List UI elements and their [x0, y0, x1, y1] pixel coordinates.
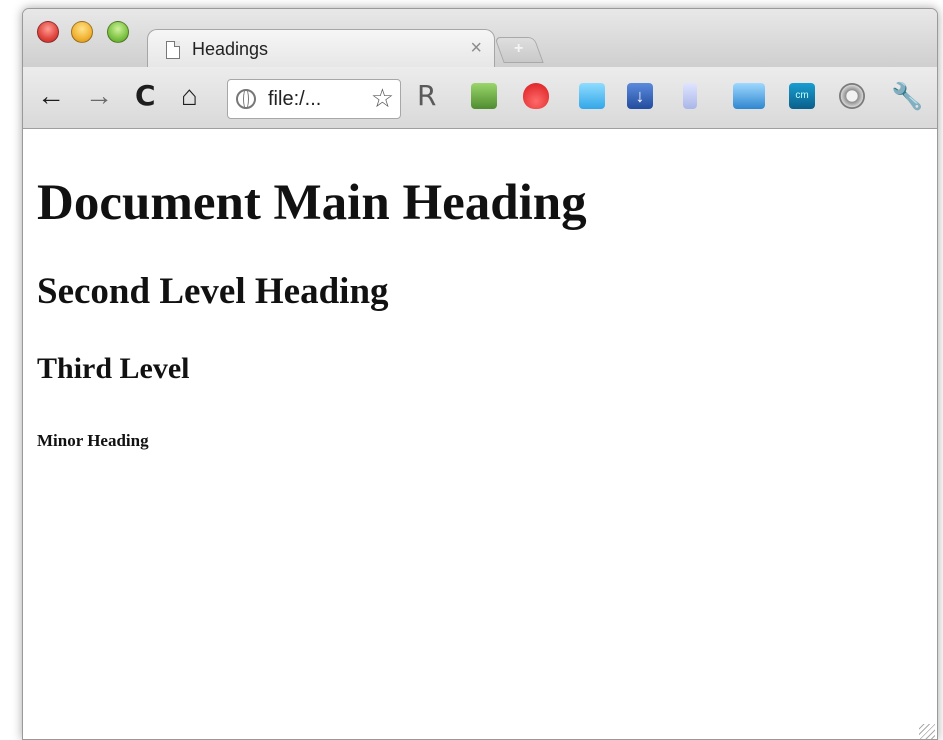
title-bar: Headings × + — [23, 9, 937, 69]
cm-icon[interactable]: cm — [789, 83, 815, 109]
plus-icon: + — [513, 40, 524, 57]
minimize-window-button[interactable] — [71, 21, 93, 43]
close-window-button[interactable] — [37, 21, 59, 43]
bookmark-star-icon[interactable]: ☆ — [371, 83, 394, 114]
address-text: file:/... — [268, 88, 322, 110]
page-content: Document Main Heading Second Level Headi… — [23, 130, 937, 739]
tab-close-icon[interactable]: × — [470, 37, 482, 60]
home-button[interactable]: ⌂ — [181, 81, 198, 111]
tab-headings[interactable]: Headings × — [147, 29, 495, 69]
address-bar[interactable]: file:/... ☆ — [227, 79, 401, 119]
forward-button[interactable]: → — [85, 81, 113, 111]
new-tab-button[interactable]: + — [494, 37, 544, 63]
main-heading: Document Main Heading — [37, 175, 587, 231]
settings-gear-icon[interactable] — [839, 83, 865, 109]
browser-toolbar: ← → C ⌂ file:/... ☆ R ↓ cm 🔧 — [23, 67, 937, 129]
screen-capture-icon[interactable] — [733, 83, 765, 109]
twitter-icon[interactable] — [579, 83, 605, 109]
back-button[interactable]: ← — [37, 81, 65, 111]
download-icon[interactable]: ↓ — [627, 83, 653, 109]
zoom-window-button[interactable] — [107, 21, 129, 43]
resize-grip[interactable] — [919, 724, 935, 739]
globe-icon — [236, 89, 256, 109]
reload-button[interactable]: C — [135, 81, 156, 111]
evernote-icon[interactable] — [471, 83, 497, 109]
document-icon — [166, 41, 180, 59]
minor-heading: Minor Heading — [37, 431, 149, 450]
r-extension-icon[interactable]: R — [417, 81, 436, 111]
cm-label: cm — [795, 90, 809, 101]
tab-title: Headings — [192, 39, 269, 59]
magnet-icon[interactable] — [523, 83, 549, 109]
third-level-heading: Third Level — [37, 352, 190, 385]
browser-window: Headings × + ← → C ⌂ file:/... ☆ R ↓ cm … — [22, 8, 938, 740]
wrench-icon[interactable]: 🔧 — [891, 81, 923, 111]
delicious-icon[interactable] — [683, 83, 697, 109]
second-level-heading: Second Level Heading — [37, 271, 389, 312]
